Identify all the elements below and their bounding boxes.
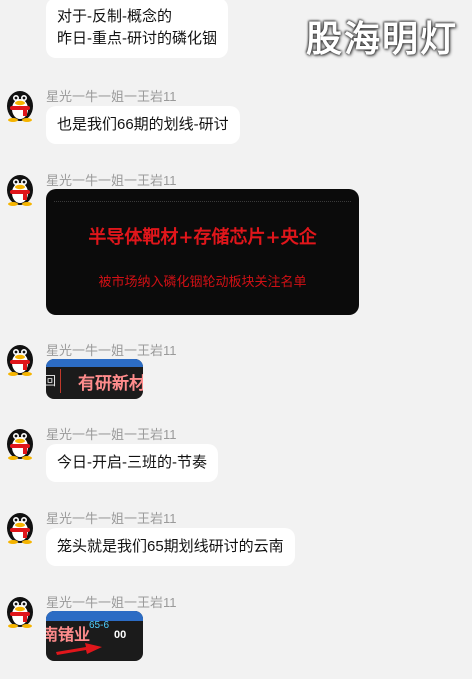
qq-penguin-icon[interactable]: [4, 592, 36, 628]
sender-name: 星光一牛一姐一王岩11: [46, 89, 177, 104]
sender-name: 星光一牛一姐一王岩11: [46, 427, 177, 442]
divider: [60, 369, 61, 393]
qq-penguin-icon[interactable]: [4, 508, 36, 544]
stock-code: 65-6: [89, 620, 110, 631]
message-bubble[interactable]: 今日-开启-三班的-节奏: [46, 444, 218, 482]
watermark-logo: 股海明灯: [305, 19, 458, 60]
thumb-header: [46, 359, 143, 367]
thumb-left-text: 回: [46, 374, 57, 388]
qq-penguin-icon[interactable]: [4, 424, 36, 460]
qq-penguin-icon[interactable]: [4, 86, 36, 122]
red-arrow-icon: [56, 643, 102, 655]
sender-name: 星光一牛一姐一王岩11: [46, 595, 177, 610]
image-message[interactable]: 回 有研新材: [46, 359, 143, 399]
stock-ticker: 00: [114, 629, 127, 641]
sender-name: 星光一牛一姐一王岩11: [46, 511, 177, 526]
banner-headline: 半导体靶材+存储芯片+央企: [88, 227, 317, 248]
image-message[interactable]: 南锗业 65-6 00: [46, 611, 143, 661]
sender-name: 星光一牛一姐一王岩11: [46, 173, 177, 188]
sender-name: 星光一牛一姐一王岩11: [46, 343, 177, 358]
image-message[interactable]: 半导体靶材+存储芯片+央企 被市场纳入磷化铟轮动板块关注名单: [46, 189, 359, 315]
banner-subline: 被市场纳入磷化铟轮动板块关注名单: [98, 274, 307, 289]
message-bubble[interactable]: 也是我们66期的划线-研讨: [46, 106, 240, 144]
divider: [54, 201, 351, 202]
stock-name: 有研新材: [78, 374, 143, 394]
message-bubble[interactable]: 笼头就是我们65期划线研讨的云南: [46, 528, 295, 566]
qq-penguin-icon[interactable]: [4, 340, 36, 376]
message-bubble[interactable]: 对于-反制-概念的 昨日-重点-研讨的磷化铟: [46, 0, 228, 58]
qq-penguin-icon[interactable]: [4, 170, 36, 206]
